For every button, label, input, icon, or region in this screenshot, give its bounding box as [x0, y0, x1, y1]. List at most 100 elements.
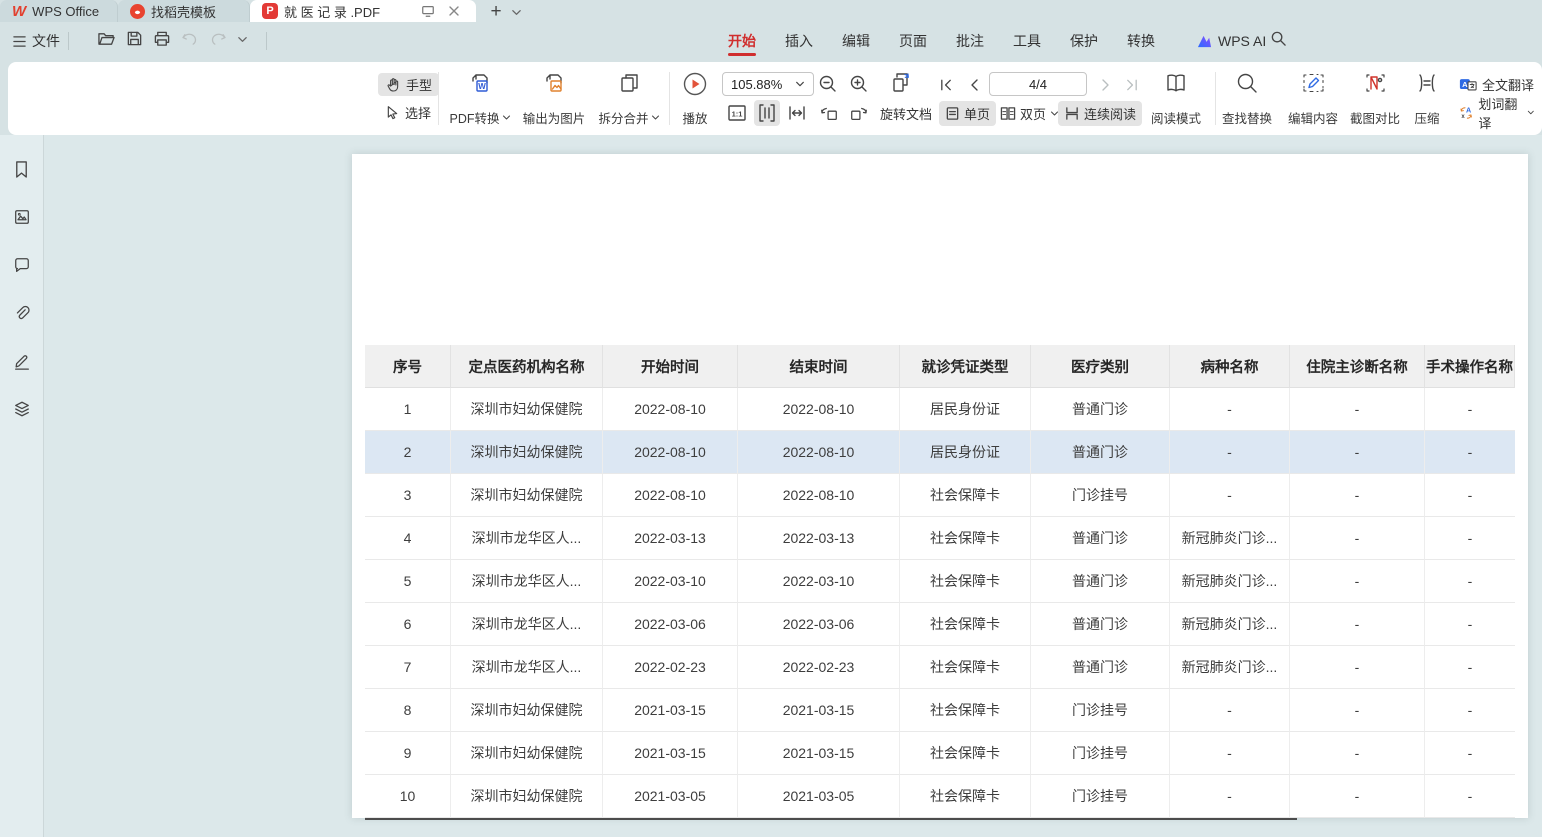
- menu-item[interactable]: 工具: [1013, 23, 1041, 59]
- table-cell: 新冠肺炎门诊...: [1170, 560, 1290, 603]
- page-organize-button[interactable]: [888, 70, 914, 96]
- table-row[interactable]: 2深圳市妇幼保健院2022-08-102022-08-10居民身份证普通门诊--…: [365, 431, 1515, 474]
- table-row[interactable]: 5深圳市龙华区人...2022-03-102022-03-10社会保障卡普通门诊…: [365, 560, 1515, 603]
- redo-icon[interactable]: [209, 31, 227, 51]
- file-menu-button[interactable]: 文件: [12, 31, 60, 51]
- quickbar-chevron-icon[interactable]: [237, 32, 248, 50]
- menu-item[interactable]: 批注: [956, 23, 984, 59]
- close-tab-icon[interactable]: [444, 1, 464, 21]
- monitor-icon[interactable]: [418, 1, 438, 21]
- single-page-button[interactable]: 单页: [939, 101, 996, 126]
- table-row[interactable]: 4深圳市龙华区人...2022-03-132022-03-13社会保障卡普通门诊…: [365, 517, 1515, 560]
- table-header-cell: 医疗类别: [1031, 345, 1170, 388]
- first-page-button[interactable]: [933, 72, 959, 98]
- svg-text:W: W: [478, 82, 486, 91]
- table-row[interactable]: 6深圳市龙华区人...2022-03-062022-03-06社会保障卡普通门诊…: [365, 603, 1515, 646]
- screenshot-compare-label: 截图对比: [1350, 108, 1400, 127]
- tab-wps-home[interactable]: W WPS Office: [0, 0, 118, 22]
- tab-docer[interactable]: 找稻壳模板: [118, 0, 250, 22]
- layers-icon[interactable]: [10, 397, 34, 421]
- print-icon[interactable]: [153, 30, 171, 52]
- table-cell: 7: [365, 646, 451, 689]
- find-replace-icon: [1235, 71, 1259, 95]
- table-row[interactable]: 3深圳市妇幼保健院2022-08-102022-08-10社会保障卡门诊挂号--…: [365, 474, 1515, 517]
- continuous-read-icon: [1064, 106, 1080, 121]
- table-cell: 深圳市龙华区人...: [451, 646, 603, 689]
- table-row[interactable]: 8深圳市妇幼保健院2021-03-152021-03-15社会保障卡门诊挂号--…: [365, 689, 1515, 732]
- actual-size-button[interactable]: 1:1: [724, 100, 750, 126]
- menu-item[interactable]: 开始: [728, 23, 756, 59]
- compress-button[interactable]: 压缩: [1401, 71, 1453, 127]
- table-row[interactable]: 10深圳市妇幼保健院2021-03-052021-03-05社会保障卡门诊挂号-…: [365, 775, 1515, 818]
- single-page-icon: [945, 106, 960, 121]
- table-row[interactable]: 9深圳市妇幼保健院2021-03-152021-03-15社会保障卡门诊挂号--…: [365, 732, 1515, 775]
- find-replace-button[interactable]: 查找替换: [1213, 71, 1281, 127]
- table-row[interactable]: 7深圳市龙华区人...2022-02-232022-02-23社会保障卡普通门诊…: [365, 646, 1515, 689]
- fit-page-button[interactable]: [754, 100, 780, 126]
- open-file-icon[interactable]: [97, 30, 116, 52]
- screenshot-compare-button[interactable]: 截图对比: [1342, 71, 1408, 127]
- tab-document[interactable]: P 就 医 记 录 .PDF: [250, 0, 476, 22]
- pdf-page[interactable]: 序号定点医药机构名称开始时间结束时间就诊凭证类型医疗类别病种名称住院主诊断名称手…: [352, 154, 1528, 818]
- zoom-out-button[interactable]: [815, 71, 841, 97]
- prev-page-button[interactable]: [961, 72, 987, 98]
- table-cell: 2022-03-06: [603, 603, 738, 646]
- table-cell: 1: [365, 388, 451, 431]
- signature-icon[interactable]: [10, 349, 34, 373]
- read-mode-button[interactable]: 阅读模式: [1144, 71, 1208, 127]
- table-header-cell: 定点医药机构名称: [451, 345, 603, 388]
- rotate-right-button[interactable]: [846, 100, 872, 126]
- export-image-button[interactable]: 输出为图片: [519, 71, 589, 127]
- hand-tool-button[interactable]: 手型: [378, 73, 439, 96]
- menu-item[interactable]: 转换: [1127, 23, 1155, 59]
- table-cell: 深圳市龙华区人...: [451, 603, 603, 646]
- export-image-icon: [542, 71, 566, 95]
- menu-item[interactable]: 插入: [785, 23, 813, 59]
- table-bottom-border: [365, 818, 1297, 820]
- table-cell: 门诊挂号: [1031, 775, 1170, 818]
- edit-content-label: 编辑内容: [1288, 108, 1338, 127]
- pdf-convert-button[interactable]: W PDF转换: [445, 71, 515, 127]
- new-tab-button[interactable]: +: [486, 2, 506, 22]
- tab-list-chevron-icon[interactable]: [506, 2, 526, 22]
- svg-text:A: A: [1462, 80, 1468, 89]
- undo-icon[interactable]: [181, 31, 199, 51]
- edit-content-button[interactable]: 编辑内容: [1280, 71, 1346, 127]
- menu-item[interactable]: 保护: [1070, 23, 1098, 59]
- last-page-button[interactable]: [1118, 72, 1144, 98]
- rotate-left-button[interactable]: [816, 100, 842, 126]
- thumbnail-icon[interactable]: [10, 205, 34, 229]
- table-cell: -: [1425, 732, 1515, 775]
- page-indicator-input[interactable]: 4/4: [989, 72, 1087, 96]
- next-page-button[interactable]: [1093, 72, 1119, 98]
- split-merge-button[interactable]: 拆分合并: [594, 71, 664, 127]
- zoom-in-button[interactable]: [846, 71, 872, 97]
- table-cell: -: [1290, 517, 1425, 560]
- menu-item[interactable]: 页面: [899, 23, 927, 59]
- continuous-read-button[interactable]: 连续阅读: [1058, 101, 1142, 126]
- save-icon[interactable]: [126, 30, 143, 52]
- play-button[interactable]: 播放: [660, 71, 730, 127]
- table-cell: 2021-03-05: [738, 775, 900, 818]
- menu-wps-ai[interactable]: WPS AI: [1196, 22, 1266, 60]
- attachment-icon[interactable]: [10, 301, 34, 325]
- fit-width-button[interactable]: [784, 100, 810, 126]
- comment-icon[interactable]: [10, 253, 34, 277]
- word-translate-button[interactable]: A x 划词翻译: [1452, 101, 1542, 124]
- zoom-level-combobox[interactable]: 105.88%: [722, 72, 814, 96]
- bookmark-icon[interactable]: [10, 157, 34, 181]
- menu-item[interactable]: 编辑: [842, 23, 870, 59]
- table-row[interactable]: 1深圳市妇幼保健院2022-08-102022-08-10居民身份证普通门诊--…: [365, 388, 1515, 431]
- double-page-icon: [1000, 106, 1016, 121]
- select-tool-button[interactable]: 选择: [378, 101, 438, 124]
- table-cell: 2021-03-15: [738, 689, 900, 732]
- table-cell: 2022-03-06: [738, 603, 900, 646]
- table-cell: 深圳市妇幼保健院: [451, 431, 603, 474]
- double-page-button[interactable]: 双页: [994, 101, 1065, 126]
- wps-logo-icon: W: [12, 4, 26, 19]
- table-cell: 2022-08-10: [738, 431, 900, 474]
- search-icon[interactable]: [1270, 30, 1287, 52]
- rotate-document-button[interactable]: 旋转文档: [874, 101, 938, 126]
- table-cell: -: [1290, 560, 1425, 603]
- table-cell: -: [1170, 474, 1290, 517]
